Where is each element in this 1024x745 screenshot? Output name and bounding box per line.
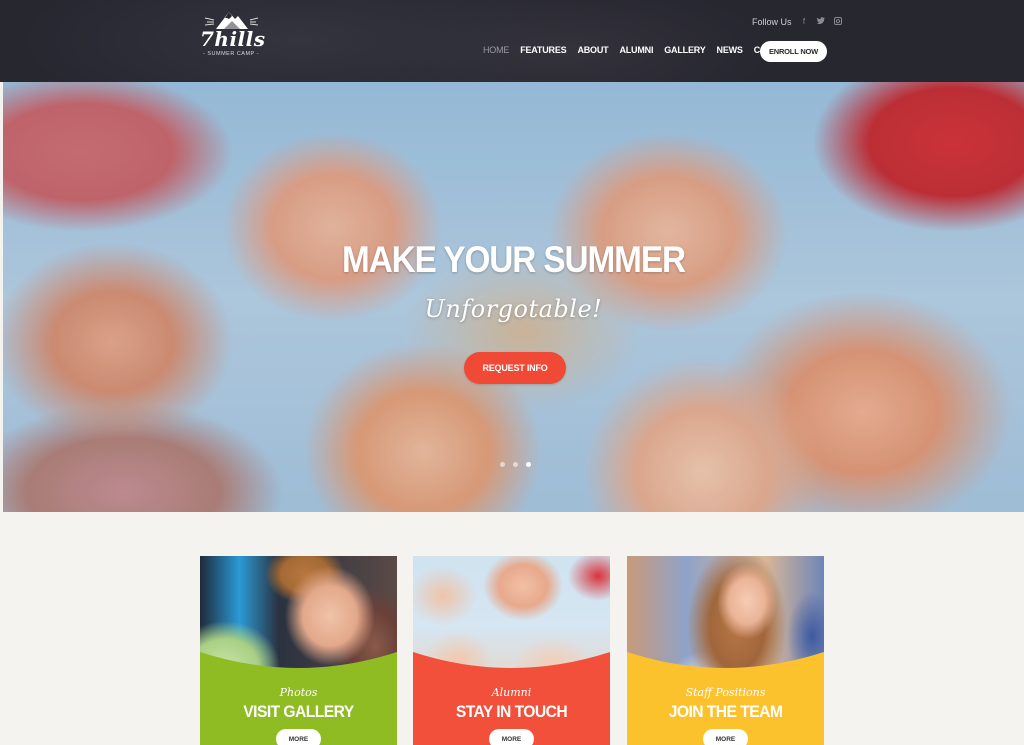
card-kicker: Staff Positions <box>685 686 766 699</box>
hero-slider: MAKE YOUR SUMMER Unforgotable! REQUEST I… <box>3 82 1024 512</box>
card-title: VISIT GALLERY <box>243 702 354 721</box>
twitter-icon[interactable] <box>816 17 826 27</box>
logo-tagline: - SUMMER CAMP - <box>203 51 259 57</box>
more-button[interactable]: MORE <box>489 729 534 745</box>
card-kicker: Photos <box>279 686 318 699</box>
nav-item-news[interactable]: NEWS <box>717 43 743 57</box>
nav-item-about[interactable]: ABOUT <box>577 43 608 57</box>
follow-us: Follow Us f <box>752 16 843 28</box>
more-button[interactable]: MORE <box>276 729 321 745</box>
nav-item-home[interactable]: HOME <box>483 43 509 57</box>
page: 7hills - SUMMER CAMP - Follow Us f HOME … <box>0 0 1024 745</box>
instagram-icon[interactable] <box>834 16 843 28</box>
logo-name: 7hills <box>200 27 266 51</box>
hero-subtitle: Unforgotable! <box>424 295 603 323</box>
nav-item-gallery[interactable]: GALLERY <box>664 43 705 57</box>
card-staff[interactable]: Staff Positions JOIN THE TEAM MORE <box>627 556 824 745</box>
slider-dot-2[interactable] <box>513 462 518 467</box>
logo[interactable]: 7hills - SUMMER CAMP - <box>200 10 266 68</box>
card-title: JOIN THE TEAM <box>668 702 783 721</box>
hero-title: MAKE YOUR SUMMER <box>342 239 686 280</box>
enroll-now-button[interactable]: ENROLL NOW <box>760 41 827 62</box>
request-info-button[interactable]: REQUEST INFO <box>464 352 566 384</box>
card-kicker: Alumni <box>491 686 532 699</box>
facebook-icon[interactable]: f <box>800 17 809 27</box>
card-title: STAY IN TOUCH <box>455 702 568 721</box>
site-header: 7hills - SUMMER CAMP - Follow Us f HOME … <box>0 0 1024 82</box>
slider-dot-1[interactable] <box>500 462 505 467</box>
card-gallery[interactable]: Photos VISIT GALLERY MORE <box>200 556 397 745</box>
nav-item-alumni[interactable]: ALUMNI <box>619 43 653 57</box>
nav-item-features[interactable]: FEATURES <box>520 43 566 57</box>
slider-dot-3[interactable] <box>526 462 531 467</box>
slider-pagination <box>500 462 531 467</box>
more-button[interactable]: MORE <box>703 729 748 745</box>
card-alumni[interactable]: Alumni STAY IN TOUCH MORE <box>413 556 610 745</box>
follow-us-label: Follow Us <box>752 17 792 27</box>
